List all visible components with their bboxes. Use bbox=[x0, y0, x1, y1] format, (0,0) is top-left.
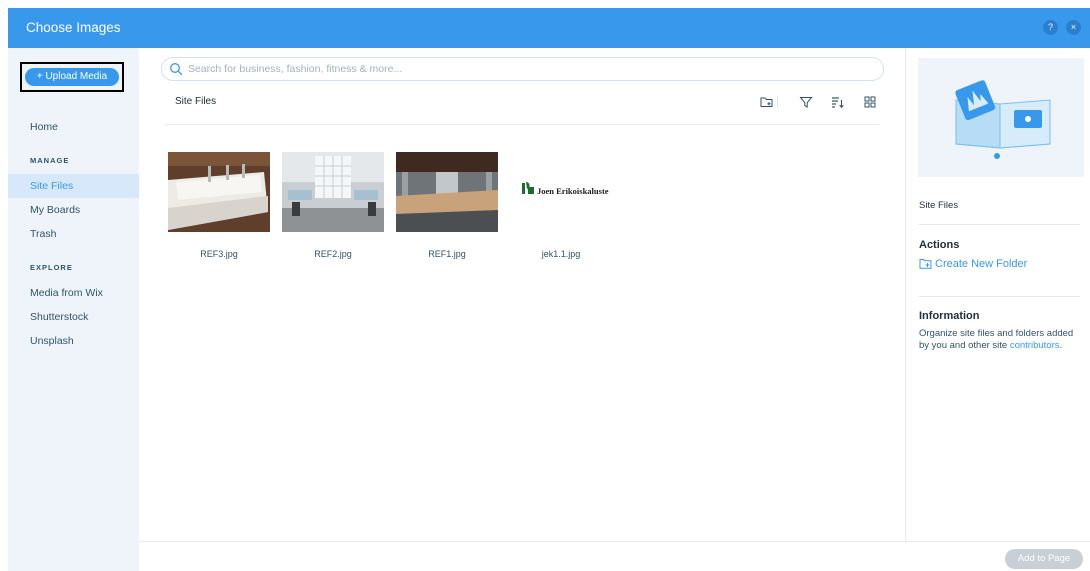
sidebar-item-site-files[interactable]: Site Files bbox=[8, 174, 139, 198]
sidebar-item-home[interactable]: Home bbox=[8, 115, 139, 139]
information-heading: Information bbox=[919, 310, 980, 322]
panel-divider bbox=[918, 224, 1080, 225]
file-name: REF1.jpg bbox=[428, 249, 466, 259]
toolbar-divider bbox=[777, 96, 778, 108]
upload-media-button[interactable]: + Upload Media bbox=[25, 68, 119, 86]
header-divider bbox=[164, 124, 879, 125]
manage-heading: MANAGE bbox=[30, 156, 70, 165]
search-input[interactable] bbox=[188, 61, 868, 77]
thumbnail-image[interactable]: Joen Erikoiskaluste bbox=[510, 152, 612, 232]
upload-highlight: + Upload Media bbox=[20, 62, 124, 92]
file-name: jek1.1.jpg bbox=[541, 249, 581, 259]
grid-view-icon[interactable] bbox=[861, 93, 879, 111]
choose-images-dialog: Choose Images ? × + Upload Media Home MA… bbox=[8, 8, 1090, 571]
create-new-folder-label: Create New Folder bbox=[935, 258, 1028, 270]
info-panel: Site Files Actions Create New Folder Inf… bbox=[905, 48, 1090, 541]
new-folder-icon bbox=[919, 259, 932, 269]
file-name: REF2.jpg bbox=[314, 249, 352, 259]
help-icon[interactable]: ? bbox=[1043, 20, 1058, 35]
svg-text:Joen Erikoiskaluste: Joen Erikoiskaluste bbox=[537, 186, 609, 196]
information-text: Organize site files and folders added by… bbox=[919, 328, 1074, 351]
brand-logo-image: Joen Erikoiskaluste bbox=[522, 182, 609, 196]
sidebar-item-unsplash[interactable]: Unsplash bbox=[8, 329, 139, 353]
footer-bar: Add to Page bbox=[139, 541, 1090, 571]
filter-icon[interactable] bbox=[797, 93, 815, 111]
sort-icon[interactable] bbox=[828, 93, 846, 111]
new-folder-icon[interactable] bbox=[758, 93, 776, 111]
thumbnail-image[interactable] bbox=[168, 152, 270, 232]
file-name: REF3.jpg bbox=[200, 249, 238, 259]
contributors-link[interactable]: contributors bbox=[1010, 340, 1060, 351]
sidebar-item-media-from-wix[interactable]: Media from Wix bbox=[8, 281, 139, 305]
create-new-folder-link[interactable]: Create New Folder bbox=[919, 258, 1027, 270]
search-bar[interactable] bbox=[161, 57, 884, 81]
dialog-title: Choose Images bbox=[26, 20, 121, 35]
folder-illustration bbox=[918, 58, 1084, 177]
thumbnail-image[interactable] bbox=[282, 152, 384, 232]
breadcrumb: Site Files bbox=[175, 96, 217, 107]
title-bar: Choose Images ? × bbox=[8, 8, 1090, 48]
main-content: Site Files bbox=[139, 48, 905, 541]
explore-heading: EXPLORE bbox=[30, 263, 73, 272]
sidebar: + Upload Media Home MANAGE Site Files My… bbox=[8, 48, 139, 571]
selected-folder-label: Site Files bbox=[919, 200, 959, 211]
search-icon bbox=[170, 63, 183, 76]
add-to-page-button[interactable]: Add to Page bbox=[1005, 549, 1083, 569]
sidebar-item-shutterstock[interactable]: Shutterstock bbox=[8, 305, 139, 329]
sidebar-item-my-boards[interactable]: My Boards bbox=[8, 198, 139, 222]
close-icon[interactable]: × bbox=[1066, 20, 1081, 35]
sidebar-item-trash[interactable]: Trash bbox=[8, 222, 139, 246]
thumbnail-image[interactable] bbox=[396, 152, 498, 232]
actions-heading: Actions bbox=[919, 239, 960, 251]
panel-divider bbox=[918, 296, 1080, 297]
